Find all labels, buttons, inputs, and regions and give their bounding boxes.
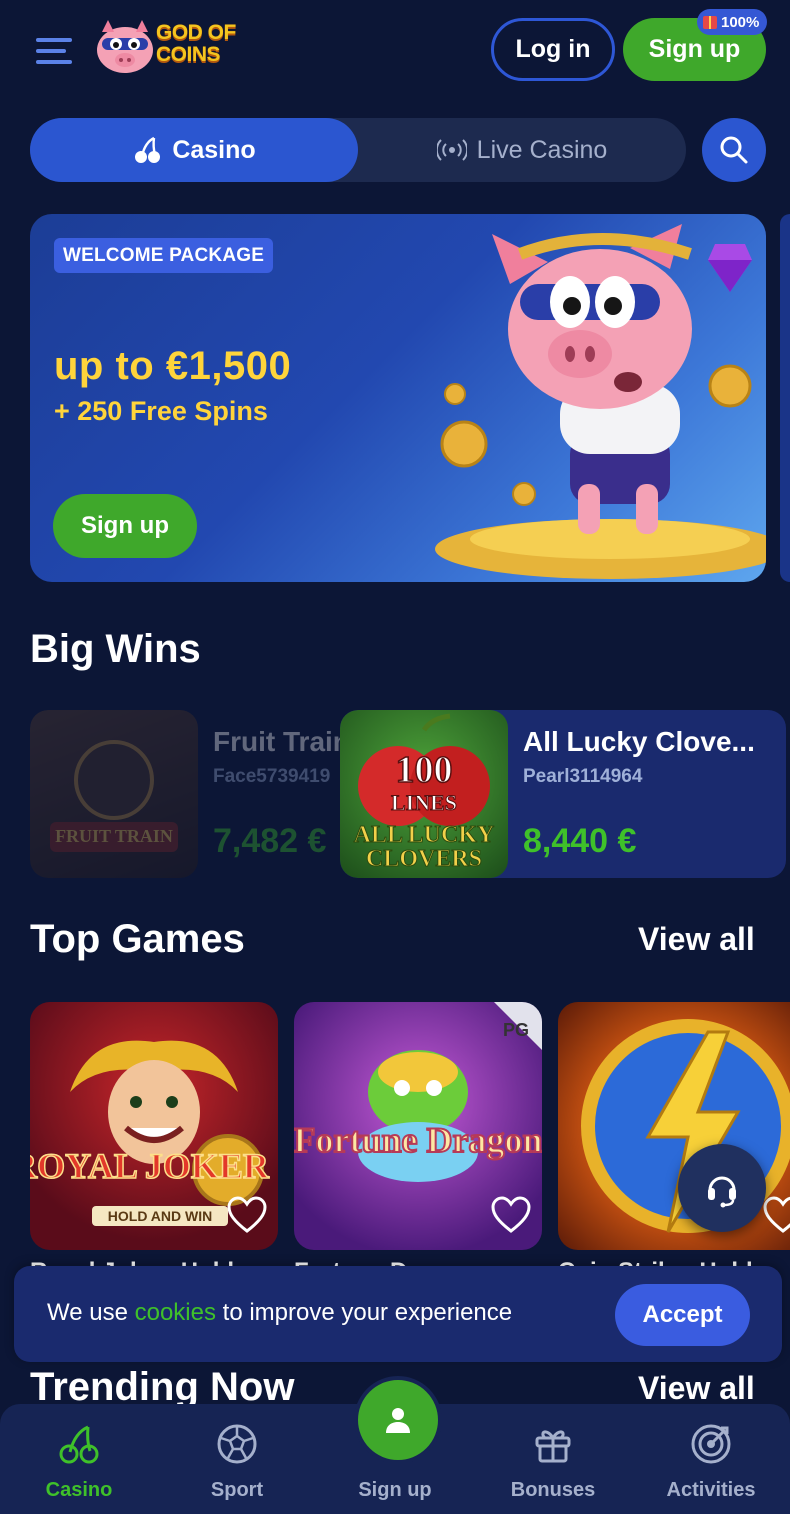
lucky-clovers-subtitle-text: CLOVERS [366,846,482,872]
cookie-banner: We use cookies to improve your experienc… [14,1266,782,1362]
category-tabs: Casino Live Casino [30,118,686,182]
nav-label-signup: Sign up [358,1479,432,1501]
tab-live-casino[interactable]: Live Casino [358,118,686,182]
logo-text: GOD OF COINS [156,21,236,66]
nav-item-casino[interactable]: Casino [0,1404,158,1514]
cherry-icon [59,1425,99,1464]
next-banner-peek[interactable] [780,214,790,582]
tab-live-casino-label: Live Casino [476,135,608,164]
tab-casino[interactable]: Casino [30,118,358,182]
cookies-link[interactable]: cookies [135,1299,216,1326]
cookie-message: We use cookies to improve your experienc… [47,1299,512,1327]
cookie-text-before: We use [47,1299,135,1326]
free-spins-text: + 250 Free Spins [54,396,268,426]
fortune-dragon-art-title: Fortune Dragon [294,1120,542,1160]
nav-item-sport[interactable]: Sport [158,1404,316,1514]
big-win-item[interactable]: 100 LINES ALL LUCKY CLOVERS All Lucky Cl… [340,710,786,878]
center-signup-button[interactable] [354,1376,442,1464]
user-icon [386,1408,410,1433]
game-card-fortune-dragon[interactable]: Fortune Dragon PG [294,1002,542,1250]
nav-label-sport: Sport [210,1479,264,1501]
welcome-banner[interactable]: WELCOME PACKAGE up to €1,500 + 250 Free … [30,214,766,582]
fortune-dragon-art-badge: PG [503,1020,529,1040]
top-games-view-all-link[interactable]: View all [638,921,755,958]
menu-icon[interactable] [36,38,72,64]
soccer-ball-icon [217,1424,257,1464]
big-win-amount: 7,482 € [213,822,327,860]
gift-icon [703,15,717,29]
lucky-clovers-lines-text: LINES [391,790,457,815]
headset-icon [708,1176,736,1208]
pig-mascot-illustration [435,224,766,579]
target-icon [691,1424,731,1464]
big-win-user: Face5739419 [213,766,331,787]
search-icon [720,136,748,164]
fruit-train-art: FRUIT TRAIN [50,740,178,852]
royal-joker-art-title: ROYAL JOKER [30,1146,270,1186]
lucky-clovers-100-text: 100 [396,749,453,791]
big-win-amount: 8,440 € [523,822,637,860]
nav-item-bonuses[interactable]: Bonuses [474,1404,632,1514]
lucky-clovers-art: 100 LINES ALL LUCKY CLOVERS [353,713,495,873]
nav-item-activities[interactable]: Activities [632,1404,790,1514]
banner-signup-button[interactable]: Sign up [53,494,197,558]
bonus-badge-text: 100% [721,13,760,31]
login-button[interactable]: Log in [491,18,615,81]
nav-label-casino: Casino [45,1479,113,1501]
trending-view-all-link[interactable]: View all [638,1370,755,1407]
fruit-train-art-text: FRUIT TRAIN [55,826,173,846]
support-chat-button[interactable] [678,1144,766,1232]
big-wins-title: Big Wins [30,627,201,671]
fruit-train-thumbnail: FRUIT TRAIN [30,710,198,878]
big-win-game: Fruit Train [213,726,350,757]
all-lucky-clovers-thumbnail: 100 LINES ALL LUCKY CLOVERS [340,710,508,878]
pig-logo-icon [97,20,153,73]
nav-label-bonuses: Bonuses [510,1479,596,1501]
big-win-game: All Lucky Clove... [523,726,755,757]
favorite-heart-icon[interactable] [490,1196,532,1234]
bonus-badge: 100% [697,9,768,35]
favorite-heart-icon[interactable] [762,1196,790,1234]
favorite-heart-icon[interactable] [226,1196,268,1234]
royal-joker-art-subtitle: HOLD AND WIN [108,1208,212,1224]
big-win-item[interactable]: FRUIT TRAIN Fruit Train Face5739419 7,48… [30,710,360,878]
welcome-package-tag: WELCOME PACKAGE [54,238,274,273]
broadcast-icon [436,139,467,161]
top-games-title: Top Games [30,917,245,961]
search-button[interactable] [702,118,766,182]
logo[interactable]: GOD OF COINS [94,18,244,78]
bonus-amount: up to €1,500 [54,344,292,388]
tab-casino-label: Casino [172,135,256,164]
game-card-royal-joker[interactable]: ROYAL JOKER HOLD AND WIN [30,1002,278,1250]
big-win-user: Pearl3114964 [523,766,643,787]
nav-label-activities: Activities [666,1479,756,1501]
lucky-clovers-title-text: ALL LUCKY [354,822,495,848]
cherry-icon [135,136,161,163]
cookie-text-after: to improve your experience [215,1299,513,1326]
gift-icon [535,1430,571,1463]
accept-cookies-button[interactable]: Accept [615,1284,750,1346]
